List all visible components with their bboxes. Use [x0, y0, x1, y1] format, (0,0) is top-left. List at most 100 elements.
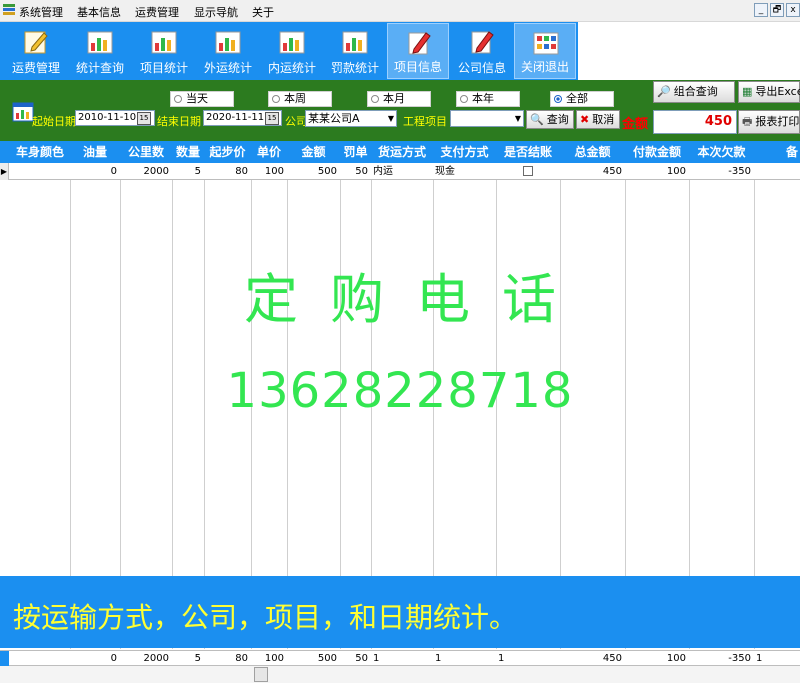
- magnifier-icon: 🔎: [657, 85, 671, 98]
- total-total: 450: [602, 653, 622, 664]
- menu-freight[interactable]: 运费管理: [135, 4, 179, 20]
- company-info-button[interactable]: 公司信息: [451, 23, 513, 79]
- col-header-color[interactable]: 车身颜色: [10, 141, 70, 163]
- total-fine: 50: [355, 653, 368, 664]
- close-button[interactable]: x: [786, 3, 800, 17]
- scrollbar-thumb[interactable]: [254, 667, 268, 682]
- total-fuel: 0: [110, 653, 117, 664]
- cell-remark[interactable]: [754, 163, 800, 180]
- col-header-fine[interactable]: 罚单: [340, 141, 371, 163]
- fine-stats-label: 罚款统计: [330, 61, 379, 75]
- start-date-label: 起始日期: [32, 115, 76, 128]
- period-week-radio[interactable]: 本周: [268, 91, 332, 107]
- cell-total[interactable]: 450: [560, 163, 625, 180]
- bar-chart-icon: [87, 31, 113, 54]
- cell-start-price[interactable]: 80: [204, 163, 251, 180]
- chevron-down-icon: ▼: [514, 114, 521, 123]
- cell-payment[interactable]: 现金: [433, 163, 496, 180]
- col-header-payment[interactable]: 支付方式: [433, 141, 496, 163]
- banner-text: 按运输方式，公司，项目，和日期统计。: [13, 601, 518, 634]
- menu-navigation[interactable]: 显示导航: [194, 4, 238, 20]
- external-stats-button[interactable]: 外运统计: [197, 23, 259, 79]
- total-paid: 100: [666, 653, 686, 664]
- project-stats-button[interactable]: 项目统计: [133, 23, 195, 79]
- table-row[interactable]: ▶ 0 2000 5 80 100 500 50 内运 现金 450 100 -…: [0, 163, 800, 180]
- cancel-button-label: 取消: [592, 113, 615, 126]
- freight-mgmt-button[interactable]: 运费管理: [5, 23, 67, 79]
- query-button[interactable]: 🔍 查询: [526, 110, 574, 129]
- period-today-radio[interactable]: 当天: [170, 91, 234, 107]
- menu-system[interactable]: 系统管理: [19, 4, 63, 20]
- col-header-remark[interactable]: 备: [754, 141, 800, 163]
- footer-indicator: [0, 651, 9, 666]
- grid-header: 车身颜色 油量 公里数 数量 起步价 单价 金额 罚单 货运方式 支付方式 是否…: [0, 141, 800, 163]
- period-year-radio[interactable]: 本年: [456, 91, 520, 107]
- cancel-button[interactable]: ✖ 取消: [576, 110, 620, 129]
- cell-qty[interactable]: 5: [172, 163, 204, 180]
- menu-basic-info[interactable]: 基本信息: [77, 4, 121, 20]
- total-settled: 1: [498, 653, 505, 664]
- company-select[interactable]: 某某公司A ▼: [305, 110, 397, 127]
- total-payment: 1: [435, 653, 442, 664]
- cell-unit-price[interactable]: 100: [251, 163, 287, 180]
- minimize-button[interactable]: _: [754, 3, 768, 17]
- total-km: 2000: [143, 653, 169, 664]
- col-header-transport[interactable]: 货运方式: [371, 141, 433, 163]
- info-banner: 按运输方式，公司，项目，和日期统计。: [0, 576, 800, 648]
- col-header-fuel[interactable]: 油量: [70, 141, 120, 163]
- toolbar-blank-area: [578, 22, 800, 80]
- cell-arrears[interactable]: -350: [689, 163, 754, 180]
- company-info-label: 公司信息: [457, 61, 506, 75]
- col-header-arrears[interactable]: 本次欠款: [689, 141, 754, 163]
- col-header-amount[interactable]: 金额: [287, 141, 340, 163]
- internal-stats-button[interactable]: 内运统计: [261, 23, 323, 79]
- print-report-button[interactable]: 🖶 报表打印: [738, 110, 800, 134]
- col-header-paid[interactable]: 付款金额: [625, 141, 689, 163]
- bar-chart-icon: [279, 31, 305, 54]
- col-header-total[interactable]: 总金额: [560, 141, 625, 163]
- start-calendar-button[interactable]: 15: [137, 112, 151, 125]
- cell-km[interactable]: 2000: [120, 163, 172, 180]
- col-header-settled[interactable]: 是否结账: [496, 141, 560, 163]
- toolbar: 运费管理 统计查询 项目统计 外运统计 内运统计 罚款统计 项目信息 公司信息 …: [0, 22, 578, 80]
- app-icon: [3, 4, 15, 16]
- total-qty: 5: [194, 653, 201, 664]
- export-excel-button[interactable]: ▦导出Excel: [738, 81, 800, 103]
- end-calendar-button[interactable]: 15: [265, 112, 279, 125]
- fine-stats-button[interactable]: 罚款统计: [324, 23, 386, 79]
- horizontal-scrollbar[interactable]: [0, 666, 800, 683]
- period-month-radio[interactable]: 本月: [367, 91, 431, 107]
- restore-button[interactable]: 🗗: [770, 3, 784, 17]
- cell-fine[interactable]: 50: [340, 163, 371, 180]
- close-exit-button[interactable]: 关闭退出: [514, 23, 576, 79]
- col-header-km[interactable]: 公里数: [120, 141, 172, 163]
- amount-label: 金额: [622, 117, 649, 132]
- bar-chart-icon: [342, 31, 368, 54]
- period-all-label: 全部: [566, 92, 588, 105]
- cell-paid[interactable]: 100: [625, 163, 689, 180]
- cell-transport[interactable]: 内运: [371, 163, 433, 180]
- period-month-label: 本月: [383, 92, 405, 105]
- menu-about[interactable]: 关于: [252, 4, 274, 20]
- cell-amount[interactable]: 500: [287, 163, 340, 180]
- stats-query-button[interactable]: 统计查询: [69, 23, 131, 79]
- cancel-x-icon: ✖: [580, 113, 590, 126]
- print-report-label: 报表打印: [755, 115, 800, 128]
- bar-chart-icon: [215, 31, 241, 54]
- radio-icon: [174, 95, 182, 103]
- cell-fuel[interactable]: 0: [70, 163, 120, 180]
- cell-color[interactable]: [10, 163, 70, 180]
- internal-stats-label: 内运统计: [267, 61, 316, 75]
- period-all-radio[interactable]: 全部: [550, 91, 614, 107]
- col-header-unit-price[interactable]: 单价: [251, 141, 287, 163]
- project-select[interactable]: ▼: [450, 110, 524, 127]
- col-header-qty[interactable]: 数量: [172, 141, 204, 163]
- magnifier-icon: 🔍: [530, 113, 544, 126]
- radio-icon: [371, 95, 379, 103]
- combo-query-button[interactable]: 🔎 组合查询: [653, 81, 735, 103]
- settled-checkbox[interactable]: [523, 166, 533, 176]
- red-pencil-icon: [471, 31, 494, 54]
- freight-mgmt-label: 运费管理: [11, 61, 60, 75]
- project-info-button[interactable]: 项目信息: [387, 23, 449, 79]
- col-header-start-price[interactable]: 起步价: [204, 141, 251, 163]
